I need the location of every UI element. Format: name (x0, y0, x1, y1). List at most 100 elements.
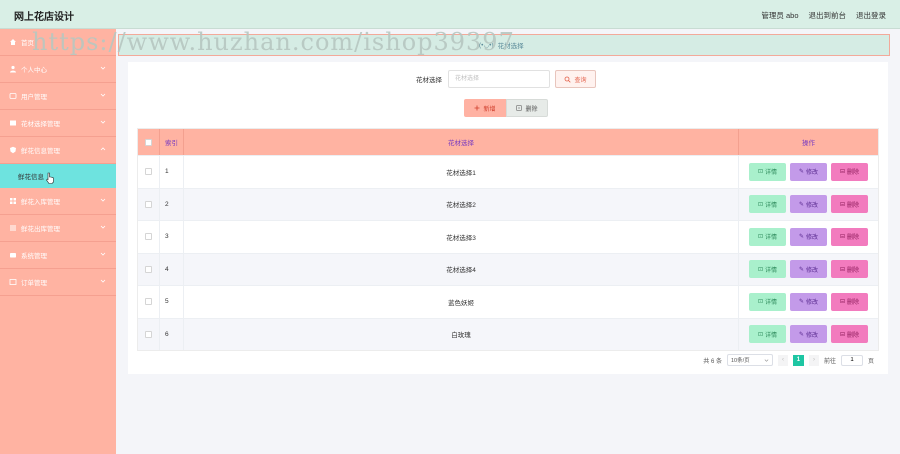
delete-label: 删除 (847, 235, 860, 242)
delete-button[interactable]: ⊟ 删除 (831, 227, 868, 246)
edit-icon: ✎ (798, 169, 804, 176)
row-index: 4 (160, 253, 184, 285)
row-name: 蓝色妖姬 (184, 286, 739, 318)
row-checkbox[interactable] (145, 330, 152, 338)
trash-icon (516, 105, 523, 111)
row-checkbox[interactable] (145, 265, 152, 273)
chevron-down-icon (100, 279, 106, 283)
chevron-left-icon: ‹ (781, 357, 784, 363)
sidebar-item-flower-material[interactable]: 花材选择管理 (0, 110, 116, 137)
edit-button[interactable]: ✎ 修改 (790, 292, 827, 311)
order-icon (9, 278, 17, 286)
delete-label: 删除 (847, 202, 860, 209)
breadcrumb-current[interactable]: 花材选择 (498, 40, 524, 50)
delete-button[interactable]: ⊟ 删除 (831, 325, 868, 344)
detail-label: 详情 (765, 235, 778, 242)
row-checkbox[interactable] (145, 168, 152, 176)
sidebar-item-orders[interactable]: 订单管理 (0, 269, 116, 296)
sidebar-item-label: 个人中心 (21, 67, 47, 74)
admin-user-label: 管理员 abo (761, 11, 799, 20)
sidebar-item-label: 鲜花出库管理 (21, 226, 60, 233)
delete-button[interactable]: ⊟ 删除 (831, 195, 868, 214)
data-table: 索引 花材选择 操作 1 花材选择1 ⊡ 详情 ✎ 修改 ⊟ 删除 2 花材选择2 ⊡… (137, 128, 879, 351)
sidebar-item-profile[interactable]: 个人中心 (0, 56, 116, 83)
search-label: 花材选择 (416, 77, 442, 84)
search-icon (565, 76, 572, 83)
detail-button[interactable]: ⊡ 详情 (749, 162, 786, 181)
header-index: 索引 (160, 129, 184, 155)
row-index: 5 (160, 286, 184, 318)
search-button[interactable]: 查询 (555, 70, 596, 88)
sidebar-item-system[interactable]: 系统管理 (0, 242, 116, 269)
top-bar-actions: 管理员 abo 退出到前台 退出登录 (761, 10, 886, 21)
prev-page-button[interactable]: ‹ (777, 354, 788, 366)
detail-label: 详情 (765, 300, 778, 307)
detail-button[interactable]: ⊡ 详情 (749, 195, 786, 214)
batch-delete-button[interactable]: 删除 (506, 99, 548, 117)
main-panel: 花材选择 查询 新增 删除 索引 花材选择 操作 1 花材选择1 ⊡详情 (128, 62, 888, 374)
row-checkbox[interactable] (145, 298, 152, 306)
row-index: 2 (160, 188, 184, 220)
chevron-up-icon (100, 147, 106, 151)
row-ops: ⊡ 详情 ✎ 修改 ⊟ 删除 (739, 319, 878, 351)
users-icon (9, 92, 17, 100)
detail-button[interactable]: ⊡ 详情 (749, 227, 786, 246)
row-index: 6 (160, 318, 184, 350)
goto-page-input[interactable] (840, 354, 863, 366)
row-ops: ⊡ 详情 ✎ 修改 ⊟ 删除 (739, 189, 878, 221)
edit-icon: ✎ (798, 234, 804, 241)
detail-icon: ⊡ (757, 266, 763, 273)
edit-button[interactable]: ✎ 修改 (790, 227, 827, 246)
logout-link[interactable]: 退出登录 (856, 10, 886, 21)
page-size-select[interactable]: 10条/页 (726, 354, 773, 366)
row-ops: ⊡ 详情 ✎ 修改 ⊟ 删除 (739, 254, 878, 286)
search-button-label: 查询 (574, 77, 587, 84)
sidebar-item-flower-info[interactable]: 鲜花信息管理 (0, 137, 116, 164)
row-checkbox[interactable] (145, 200, 152, 208)
next-page-button[interactable]: › (808, 354, 819, 366)
edit-button[interactable]: ✎ 修改 (790, 162, 827, 181)
sidebar-subitem-flower-info[interactable]: 鲜花信息 (0, 164, 116, 188)
add-button[interactable]: 新增 (464, 99, 506, 117)
delete-button[interactable]: ⊟ 删除 (831, 292, 868, 311)
chevron-down-icon (100, 252, 106, 256)
detail-button[interactable]: ⊡ 详情 (749, 325, 786, 344)
header-ops: 操作 (802, 140, 815, 147)
settings-icon (9, 251, 17, 259)
sidebar-item-users[interactable]: 用户管理 (0, 83, 116, 110)
table-row: 6 白玫瑰 ⊡ 详情 ✎ 修改 ⊟ 删除 (138, 317, 878, 351)
detail-button[interactable]: ⊡ 详情 (749, 260, 786, 279)
page-number-button[interactable]: 1 (792, 354, 804, 366)
sidebar-item-label: 首页 (21, 40, 34, 47)
delete-label: 删除 (847, 267, 860, 274)
edit-button[interactable]: ✎ 修改 (790, 260, 827, 279)
table-header: 索引 花材选择 操作 (138, 129, 878, 155)
edit-button[interactable]: ✎ 修改 (790, 325, 827, 344)
sidebar: 首页 个人中心 用户管理 花材选择管理 鲜花信息管理 鲜花信息 鲜花入库管理 鲜… (0, 29, 116, 454)
sidebar-item-flower-inbound[interactable]: 鲜花入库管理 (0, 188, 116, 215)
delete-button[interactable]: ⊟ 删除 (831, 260, 868, 279)
search-input[interactable] (448, 70, 550, 88)
table-row: 2 花材选择2 ⊡ 详情 ✎ 修改 ⊟ 删除 (138, 187, 878, 221)
sidebar-subitem-label: 鲜花信息 (18, 174, 44, 181)
edit-label: 修改 (806, 267, 819, 274)
delete-button[interactable]: ⊟ 删除 (831, 162, 868, 181)
chevron-down-icon (100, 120, 106, 124)
sidebar-item-label: 花材选择管理 (21, 121, 60, 128)
detail-label: 详情 (765, 202, 778, 209)
row-checkbox[interactable] (145, 233, 152, 241)
select-all-checkbox[interactable] (145, 138, 152, 146)
batch-delete-label: 删除 (525, 106, 538, 113)
sidebar-item-flower-outbound[interactable]: 鲜花出库管理 (0, 215, 116, 242)
row-checkbox-cell (138, 156, 160, 188)
plus-icon (474, 105, 480, 111)
row-checkbox-cell (138, 286, 160, 318)
breadcrumb: (•◡•) 花材选择 (118, 34, 890, 56)
inbox-icon (9, 197, 17, 205)
edit-icon: ✎ (798, 201, 804, 208)
detail-button[interactable]: ⊡ 详情 (749, 292, 786, 311)
edit-button[interactable]: ✎ 修改 (790, 195, 827, 214)
back-to-frontend-link[interactable]: 退出到前台 (809, 10, 847, 21)
sidebar-item-home[interactable]: 首页 (0, 29, 116, 56)
edit-icon: ✎ (798, 299, 804, 306)
